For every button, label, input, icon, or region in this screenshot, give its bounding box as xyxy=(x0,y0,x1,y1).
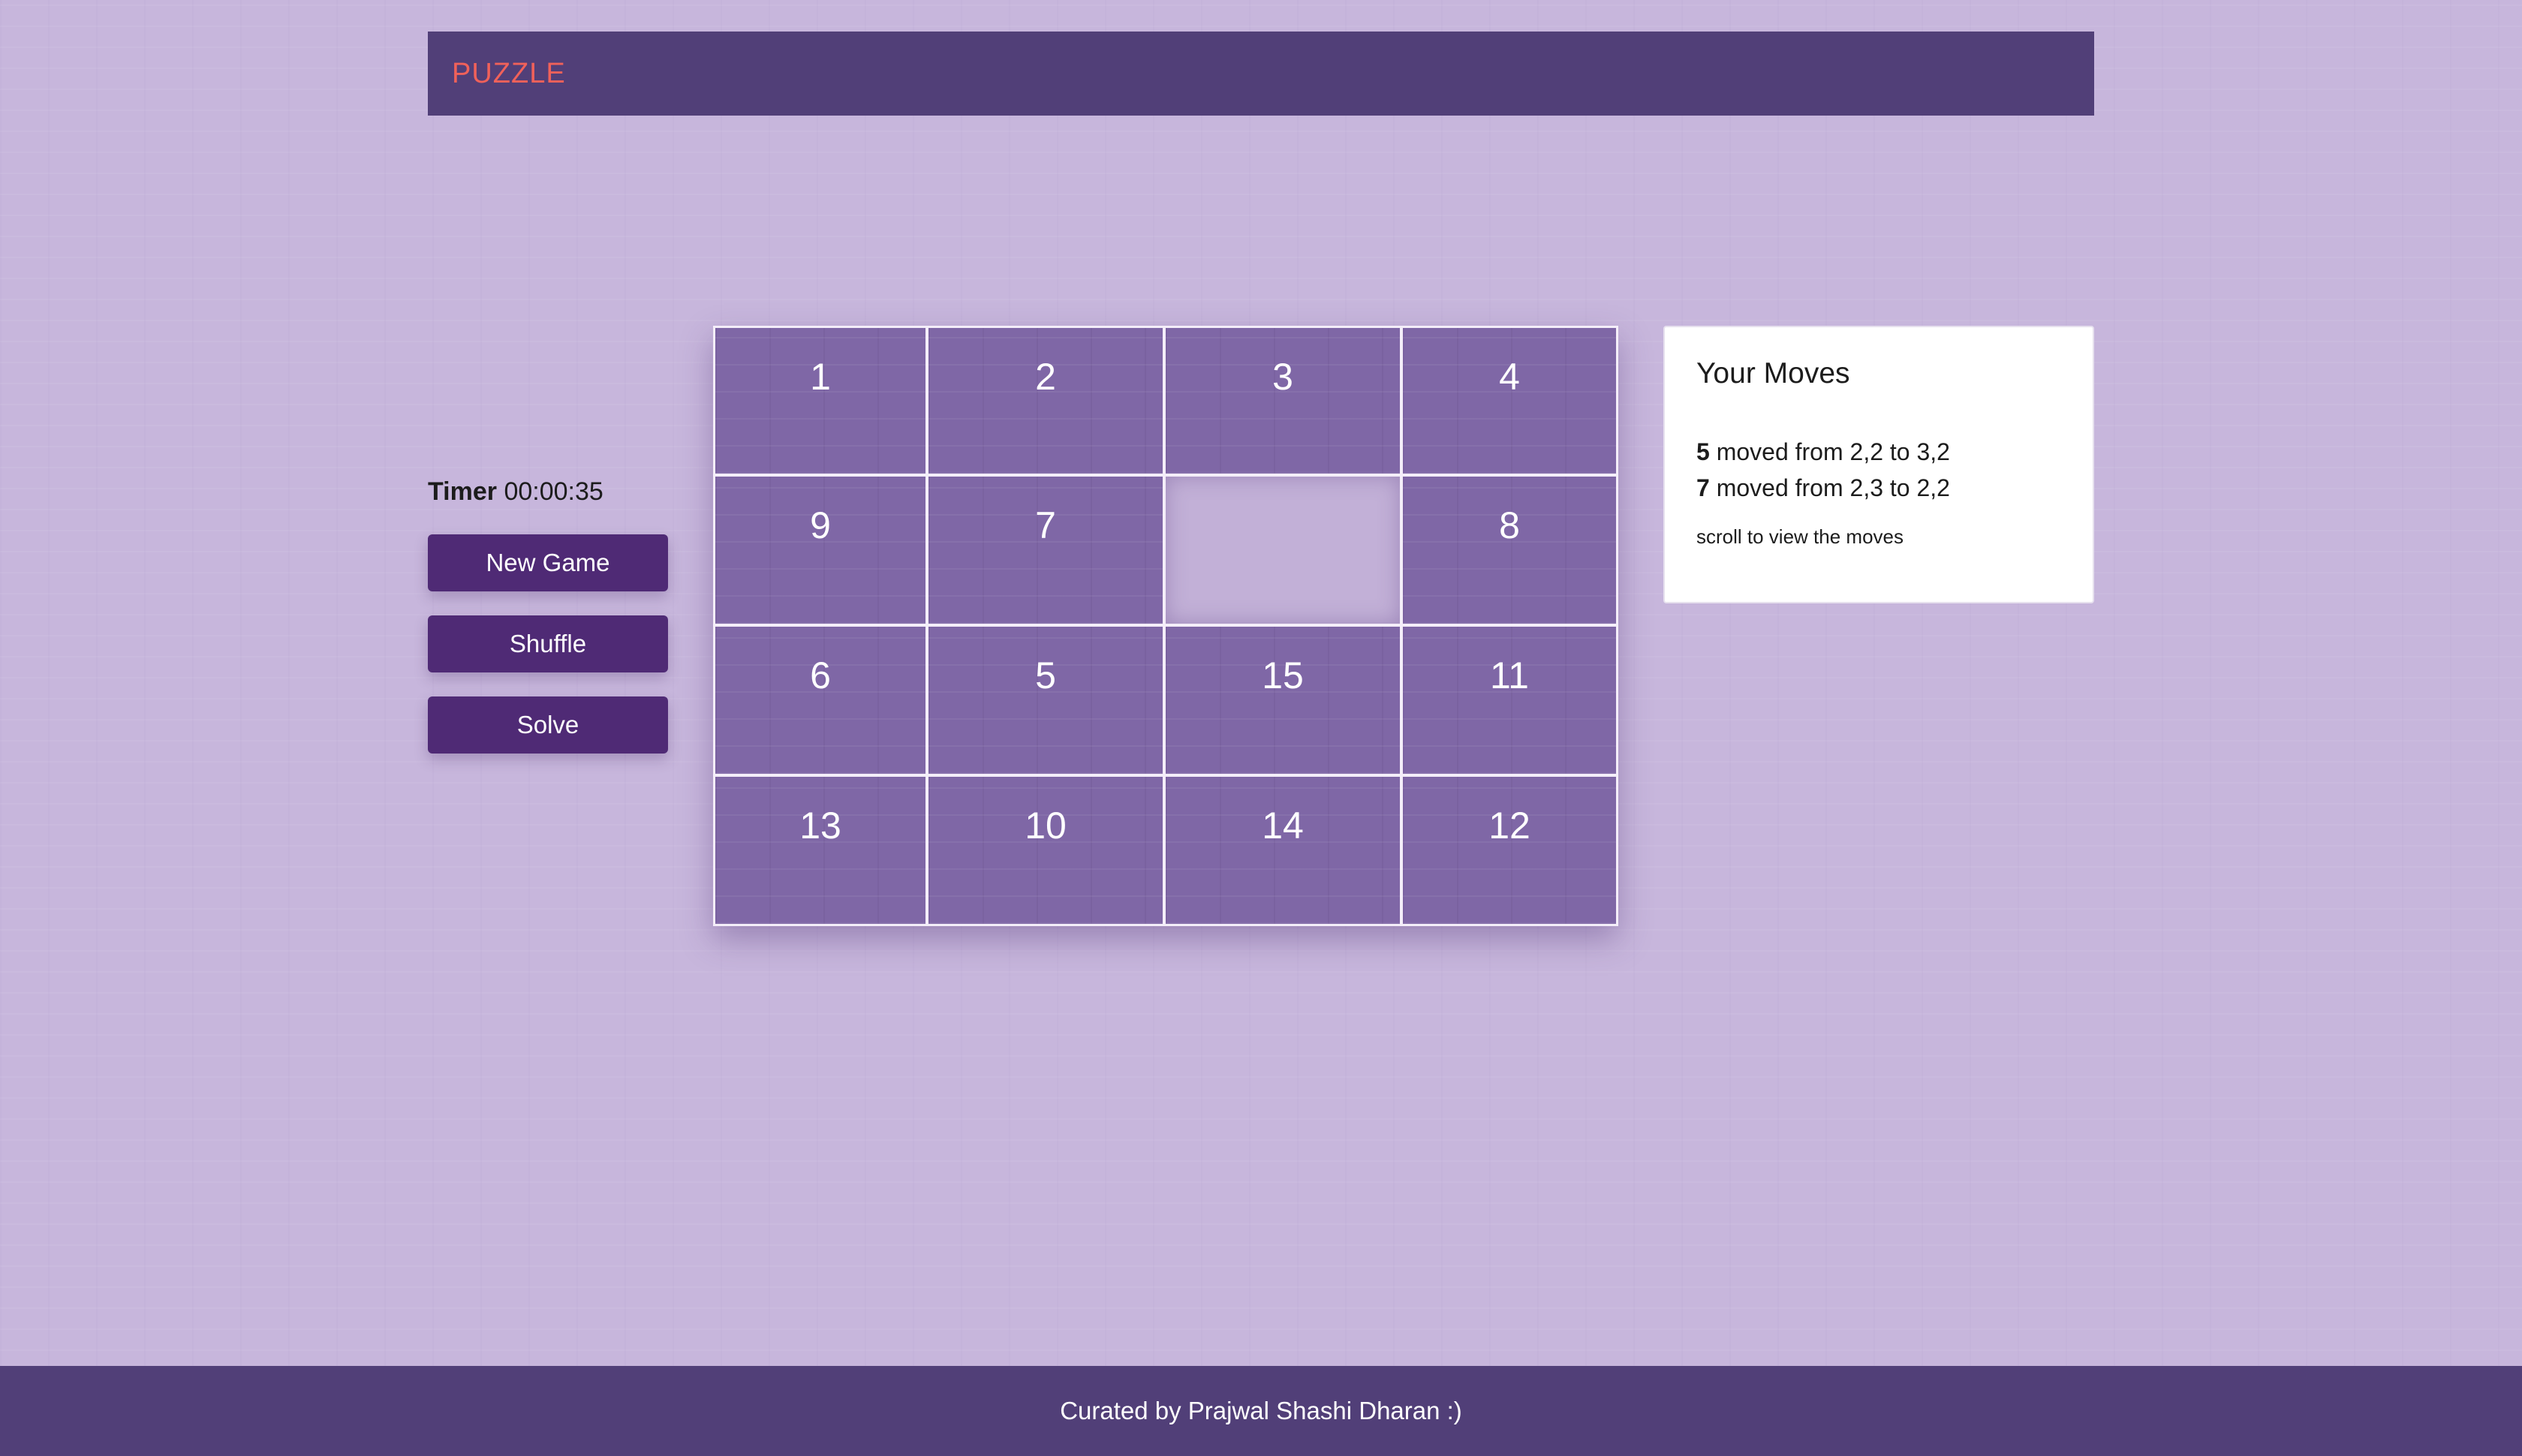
moves-title: Your Moves xyxy=(1696,357,1850,390)
puzzle-tile[interactable]: 13 xyxy=(713,775,928,926)
move-text: moved from 2,3 to 2,2 xyxy=(1709,474,1950,501)
move-entry: 5 moved from 2,2 to 3,2 xyxy=(1696,434,2061,470)
puzzle-tile[interactable]: 11 xyxy=(1401,624,1618,776)
puzzle-tile[interactable]: 7 xyxy=(926,474,1165,626)
puzzle-tile[interactable]: 1 xyxy=(713,326,928,476)
move-entry: 7 moved from 2,3 to 2,2 xyxy=(1696,470,2061,506)
shuffle-button[interactable]: Shuffle xyxy=(428,615,668,672)
moves-scroll-hint: scroll to view the moves xyxy=(1696,525,1904,548)
puzzle-tile[interactable]: 8 xyxy=(1401,474,1618,626)
puzzle-tile[interactable]: 15 xyxy=(1163,624,1402,776)
move-piece: 7 xyxy=(1696,474,1710,501)
brand-title[interactable]: PUZZLE xyxy=(452,58,566,90)
footer: Curated by Prajwal Shashi Dharan :) xyxy=(0,1366,2522,1456)
move-text: moved from 2,2 to 3,2 xyxy=(1709,438,1950,465)
puzzle-tile[interactable]: 4 xyxy=(1401,326,1618,476)
timer-value: 00:00:35 xyxy=(504,477,603,506)
moves-panel[interactable]: Your Moves 5 moved from 2,2 to 3,2 7 mov… xyxy=(1663,326,2094,603)
puzzle-tile[interactable]: 5 xyxy=(926,624,1165,776)
puzzle-board: 1 2 3 4 9 7 8 6 5 15 11 13 10 14 12 xyxy=(713,326,1618,926)
move-piece: 5 xyxy=(1696,438,1710,465)
puzzle-tile[interactable]: 14 xyxy=(1163,775,1402,926)
footer-credit: Curated by Prajwal Shashi Dharan :) xyxy=(1060,1397,1462,1424)
puzzle-tile[interactable]: 12 xyxy=(1401,775,1618,926)
solve-button[interactable]: Solve xyxy=(428,696,668,754)
puzzle-tile[interactable]: 10 xyxy=(926,775,1165,926)
app-header: PUZZLE xyxy=(428,32,2094,116)
empty-slot xyxy=(1163,474,1402,626)
puzzle-tile[interactable]: 2 xyxy=(926,326,1165,476)
timer: Timer 00:00:35 xyxy=(428,477,603,507)
moves-list: 5 moved from 2,2 to 3,2 7 moved from 2,3… xyxy=(1696,434,2061,506)
puzzle-tile[interactable]: 3 xyxy=(1163,326,1402,476)
puzzle-tile[interactable]: 9 xyxy=(713,474,928,626)
puzzle-tile[interactable]: 6 xyxy=(713,624,928,776)
timer-label: Timer xyxy=(428,477,497,506)
new-game-button[interactable]: New Game xyxy=(428,534,668,591)
